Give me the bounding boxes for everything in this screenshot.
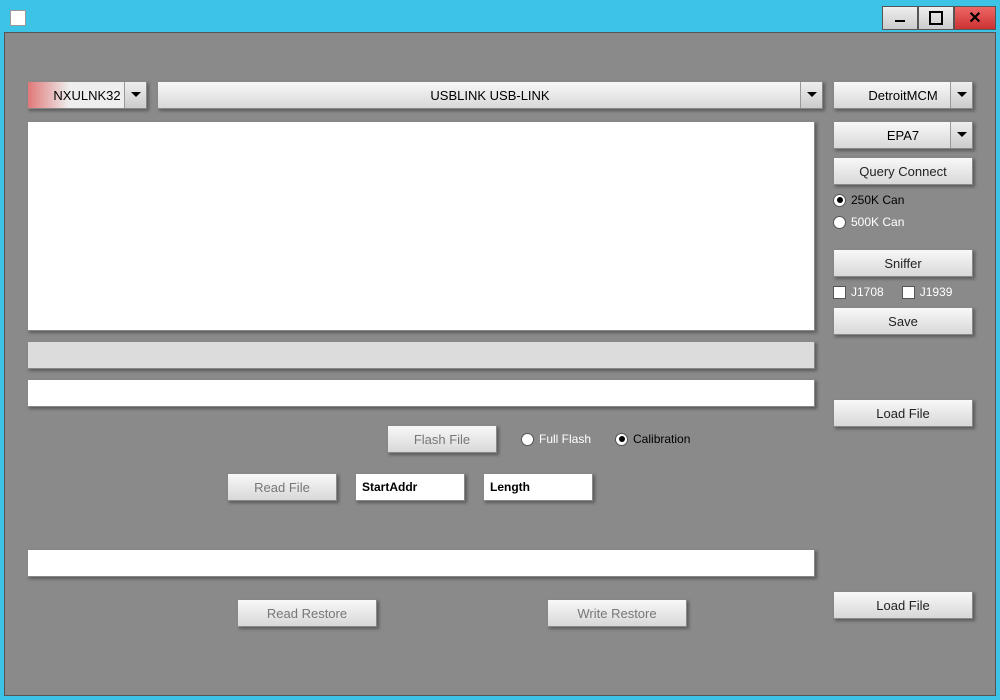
chevron-down-icon bbox=[950, 82, 972, 108]
epa-select[interactable]: EPA7 bbox=[833, 121, 973, 149]
adapter-select[interactable]: NXULNK32 bbox=[27, 81, 147, 109]
j1708-checkbox[interactable]: J1708 bbox=[833, 285, 884, 299]
client-area: NXULNK32 USBLINK USB-LINK DetroitMCM bbox=[4, 32, 996, 696]
flash-file-button[interactable]: Flash File bbox=[387, 425, 497, 453]
load-file-1-button[interactable]: Load File bbox=[833, 399, 973, 427]
j1939-checkbox[interactable]: J1939 bbox=[902, 285, 953, 299]
module-select-value: DetroitMCM bbox=[868, 88, 937, 103]
minimize-button[interactable] bbox=[882, 6, 918, 30]
calibration-radio[interactable]: Calibration bbox=[615, 432, 690, 446]
epa-select-value: EPA7 bbox=[887, 128, 919, 143]
maximize-button[interactable] bbox=[918, 6, 954, 30]
query-connect-button[interactable]: Query Connect bbox=[833, 157, 973, 185]
device-select[interactable]: USBLINK USB-LINK bbox=[157, 81, 823, 109]
length-input[interactable]: Length bbox=[483, 473, 593, 501]
load-file-2-button[interactable]: Load File bbox=[833, 591, 973, 619]
can-500k-radio[interactable]: 500K Can bbox=[833, 215, 973, 229]
status-bar-1 bbox=[27, 341, 815, 369]
app-icon bbox=[10, 10, 26, 26]
chevron-down-icon bbox=[124, 82, 146, 108]
file-path-1[interactable] bbox=[27, 379, 815, 407]
device-select-value: USBLINK USB-LINK bbox=[430, 88, 549, 103]
app-window: ✕ NXULNK32 USBLINK USB-LINK DetroitMCM bbox=[0, 0, 1000, 700]
save-button[interactable]: Save bbox=[833, 307, 973, 335]
sniffer-button[interactable]: Sniffer bbox=[833, 249, 973, 277]
chevron-down-icon bbox=[950, 122, 972, 148]
full-flash-radio[interactable]: Full Flash bbox=[521, 432, 591, 446]
read-file-button[interactable]: Read File bbox=[227, 473, 337, 501]
can-250k-radio[interactable]: 250K Can bbox=[833, 193, 973, 207]
close-button[interactable]: ✕ bbox=[954, 6, 996, 30]
log-textarea[interactable] bbox=[27, 121, 815, 331]
file-path-2[interactable] bbox=[27, 549, 815, 577]
adapter-select-value: NXULNK32 bbox=[53, 88, 120, 103]
window-controls: ✕ bbox=[882, 6, 996, 30]
read-restore-button[interactable]: Read Restore bbox=[237, 599, 377, 627]
titlebar: ✕ bbox=[4, 4, 996, 32]
chevron-down-icon bbox=[800, 82, 822, 108]
write-restore-button[interactable]: Write Restore bbox=[547, 599, 687, 627]
start-addr-input[interactable]: StartAddr bbox=[355, 473, 465, 501]
module-select[interactable]: DetroitMCM bbox=[833, 81, 973, 109]
